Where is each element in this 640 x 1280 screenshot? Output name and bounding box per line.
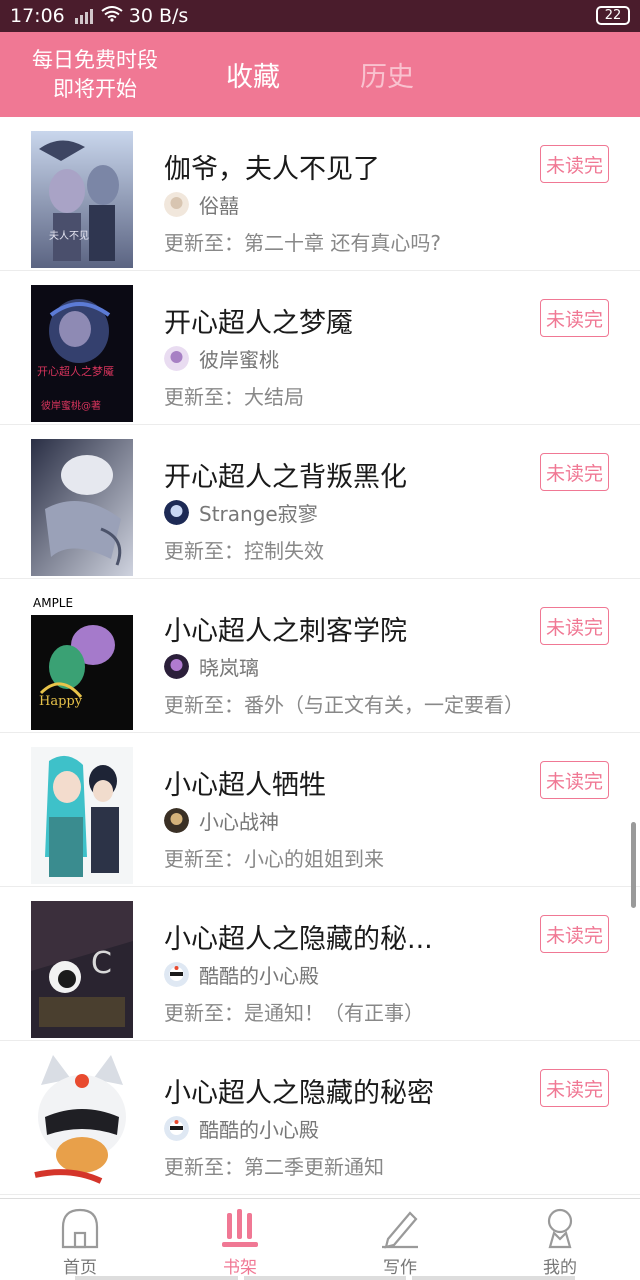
- book-title: 开心超人之梦魇: [164, 308, 353, 339]
- svg-text:Happy: Happy: [39, 694, 83, 709]
- battery-level: 22: [604, 8, 622, 23]
- promo-line-2: 即将开始: [53, 76, 137, 101]
- author-avatar: [164, 191, 189, 217]
- svg-text:夫人不见: 夫人不见: [49, 230, 89, 242]
- book-author: Strange寂寥: [164, 499, 318, 526]
- author-avatar: [164, 807, 189, 833]
- author-name: 彼岸蜜桃: [199, 347, 279, 372]
- top-header: 每日免费时段 即将开始 收藏 历史: [0, 32, 640, 117]
- home-icon: [61, 1208, 99, 1249]
- unread-badge[interactable]: 未读完: [540, 761, 609, 799]
- nav-write[interactable]: 写作: [320, 1199, 480, 1280]
- signal-icon: [74, 8, 93, 24]
- latest-chapter: 更新至：小心的姐姐到来: [164, 847, 384, 871]
- svg-text:开心超人之梦魇: 开心超人之梦魇: [37, 364, 114, 378]
- book-cover[interactable]: 开心超人之梦魇彼岸蜜桃@著: [31, 285, 133, 422]
- author-name: 小心战神: [199, 809, 279, 834]
- latest-chapter: 更新至：是通知！（有正事）: [164, 1001, 424, 1025]
- scrollbar-thumb[interactable]: [631, 822, 636, 908]
- latest-chapter: 更新至：控制失效: [164, 539, 324, 563]
- book-cover[interactable]: AMPLE Happy: [31, 593, 133, 730]
- book-author: 俗囍: [164, 191, 239, 218]
- free-time-promo[interactable]: 每日免费时段 即将开始: [0, 32, 190, 117]
- book-row[interactable]: 开心超人之梦魇彼岸蜜桃@著 开心超人之梦魇 彼岸蜜桃 更新至：大结局 未读完: [0, 271, 640, 425]
- book-cover[interactable]: 夫人不见: [31, 131, 133, 268]
- latest-chapter: 更新至：第二十章 还有真心吗?: [164, 231, 441, 255]
- book-cover[interactable]: [31, 1055, 133, 1192]
- bookshelf-icon: [222, 1209, 258, 1247]
- book-cover[interactable]: [31, 439, 133, 576]
- unread-badge[interactable]: 未读完: [540, 1069, 609, 1107]
- author-name: 酷酷的小心殿: [199, 1117, 319, 1142]
- book-author: 晓岚璃: [164, 653, 259, 680]
- book-title: 小心超人之隐藏的秘密: [164, 1078, 434, 1109]
- nav-home-label: 首页: [63, 1258, 97, 1278]
- svg-text:C: C: [91, 946, 112, 981]
- promo-line-1: 每日免费时段: [32, 47, 158, 72]
- nav-mine-label: 我的: [543, 1258, 577, 1278]
- tab-favorites[interactable]: 收藏: [226, 32, 280, 117]
- author-name: 酷酷的小心殿: [199, 963, 319, 988]
- author-name: 晓岚璃: [199, 655, 259, 680]
- nav-mine[interactable]: 我的: [480, 1199, 640, 1280]
- nav-bookshelf-label: 书架: [223, 1258, 257, 1278]
- book-cover[interactable]: C: [31, 901, 133, 1038]
- book-row[interactable]: 小心超人牺牲 小心战神 更新至：小心的姐姐到来 未读完: [0, 733, 640, 887]
- nav-home[interactable]: 首页: [0, 1199, 160, 1280]
- latest-chapter: 更新至：大结局: [164, 385, 304, 409]
- network-speed: 30 B/s: [128, 5, 189, 27]
- pencil-icon: [382, 1211, 418, 1249]
- nav-write-label: 写作: [383, 1258, 417, 1278]
- unread-badge[interactable]: 未读完: [540, 607, 609, 645]
- app-screen: 17:06 30 B/s 22 每日免费时段 即将开始 收藏 历史 夫人不见 伽…: [0, 0, 640, 1280]
- book-title: 开心超人之背叛黑化: [164, 462, 407, 493]
- battery-icon: 22: [596, 6, 630, 25]
- tab-history[interactable]: 历史: [360, 32, 414, 117]
- author-avatar: [164, 961, 189, 987]
- unread-badge[interactable]: 未读完: [540, 453, 609, 491]
- latest-chapter: 更新至：番外（与正文有关，一定要看）: [164, 693, 524, 717]
- book-author: 酷酷的小心殿: [164, 961, 319, 988]
- book-row[interactable]: 开心超人之背叛黑化 Strange寂寥 更新至：控制失效 未读完: [0, 425, 640, 579]
- status-time: 17:06: [10, 5, 65, 27]
- book-title: 小心超人之隐藏的秘...: [164, 924, 433, 955]
- book-row[interactable]: 夫人不见 伽爷，夫人不见了 俗囍 更新至：第二十章 还有真心吗? 未读完: [0, 117, 640, 271]
- book-title: 伽爷，夫人不见了: [164, 154, 380, 185]
- author-name: Strange寂寥: [199, 501, 318, 526]
- book-row[interactable]: AMPLE Happy 小心超人之刺客学院 晓岚璃 更新至：番外（与正文有关，一定…: [0, 579, 640, 733]
- book-title: 小心超人之刺客学院: [164, 616, 407, 647]
- nav-bookshelf[interactable]: 书架: [160, 1199, 320, 1280]
- book-author: 酷酷的小心殿: [164, 1115, 319, 1142]
- profile-icon: [547, 1208, 573, 1249]
- svg-text:彼岸蜜桃@著: 彼岸蜜桃@著: [41, 399, 101, 412]
- book-cover[interactable]: [31, 747, 133, 884]
- home-indicator: [75, 1276, 576, 1280]
- author-name: 俗囍: [199, 193, 239, 218]
- unread-badge[interactable]: 未读完: [540, 915, 609, 953]
- book-title: 小心超人牺牲: [164, 770, 326, 801]
- latest-chapter: 更新至：第二季更新通知: [164, 1155, 384, 1179]
- book-row[interactable]: C 小心超人之隐藏的秘... 酷酷的小心殿 更新至：是通知！（有正事） 未读完: [0, 887, 640, 1041]
- bottom-nav: 首页 书架 写作 我的: [0, 1198, 640, 1280]
- author-avatar: [164, 1115, 189, 1141]
- book-row[interactable]: 小心超人之隐藏的秘密 酷酷的小心殿 更新至：第二季更新通知 未读完: [0, 1041, 640, 1195]
- book-author: 小心战神: [164, 807, 279, 834]
- unread-badge[interactable]: 未读完: [540, 299, 609, 337]
- unread-badge[interactable]: 未读完: [540, 145, 609, 183]
- author-avatar: [164, 653, 189, 679]
- bookshelf-list: 夫人不见 伽爷，夫人不见了 俗囍 更新至：第二十章 还有真心吗? 未读完 开心超…: [0, 117, 640, 1195]
- svg-text:AMPLE: AMPLE: [33, 596, 73, 610]
- author-avatar: [164, 499, 189, 525]
- book-author: 彼岸蜜桃: [164, 345, 279, 372]
- wifi-icon: [101, 5, 123, 27]
- author-avatar: [164, 345, 189, 371]
- status-bar: 17:06 30 B/s 22: [0, 0, 640, 32]
